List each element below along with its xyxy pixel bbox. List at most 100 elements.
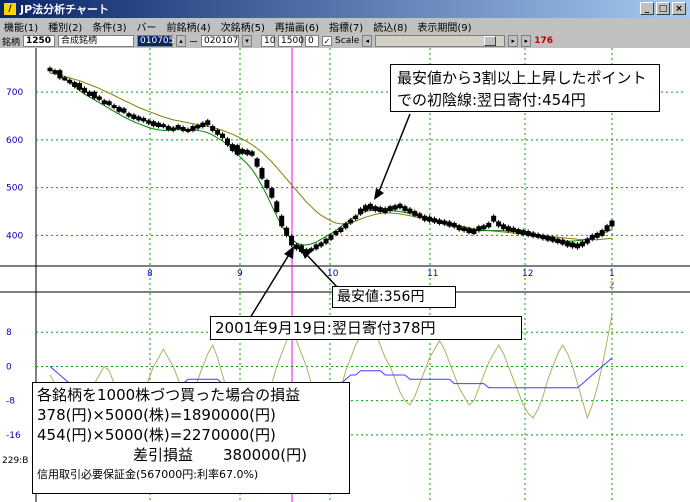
osc-tick-label: -8 — [6, 397, 15, 407]
maximize-button[interactable]: □ — [656, 2, 670, 15]
price-tick-label: 600 — [6, 136, 23, 146]
osc-tick-label: -16 — [6, 431, 21, 441]
name-field[interactable]: 合成銘柄 — [58, 35, 135, 47]
date-to-dropdown[interactable]: ▾ — [242, 35, 253, 47]
menu-item-function[interactable]: 機能(1) — [4, 19, 38, 34]
candle — [358, 208, 364, 215]
candle — [91, 91, 97, 99]
param3-input[interactable]: 0 — [305, 35, 320, 47]
menu-item-redraw[interactable]: 再描画(6) — [275, 19, 319, 34]
candle — [229, 144, 235, 151]
candle — [141, 117, 147, 122]
param1-input[interactable]: 10 — [261, 35, 275, 47]
candle — [446, 221, 452, 227]
candle — [501, 224, 507, 230]
candle — [151, 121, 157, 127]
close-button[interactable]: × — [672, 2, 686, 15]
menu-item-indicator[interactable]: 指標(7) — [329, 19, 363, 34]
slider-thumb[interactable] — [484, 36, 497, 46]
candle — [279, 215, 285, 227]
calc-line1: 378(円)×5000(株)=1890000(円) — [37, 406, 276, 424]
candle — [82, 87, 88, 93]
candle — [323, 238, 329, 244]
candle — [570, 242, 576, 248]
candle — [363, 205, 369, 212]
candle — [190, 126, 196, 131]
candle — [515, 229, 521, 234]
chart-area[interactable]: 400 500 600 700 8 9 10 11 12 1 2 8 0 -8 -16 最安値から3割以上上… — [0, 48, 690, 502]
candle — [481, 225, 487, 230]
candle — [555, 238, 561, 244]
candle — [210, 126, 216, 131]
candle — [313, 244, 319, 250]
candle — [47, 67, 53, 72]
candle — [550, 236, 556, 242]
menu-item-prev-stock[interactable]: 前銘柄(4) — [167, 19, 211, 34]
date-separator: ー — [189, 37, 199, 48]
menu-item-condition[interactable]: 条件(3) — [92, 19, 126, 34]
menu-item-next-stock[interactable]: 次銘柄(5) — [221, 19, 265, 34]
candle — [136, 116, 142, 121]
candle — [333, 231, 339, 235]
menu-bar: 機能(1) 種別(2) 条件(3) バー 前銘柄(4) 次銘柄(5) 再描画(6… — [0, 18, 690, 34]
candle — [57, 70, 63, 79]
menu-item-bar[interactable]: バー — [137, 19, 157, 34]
calc-note: 信用取引必要保証金(567000円:利率67.0%) — [37, 468, 259, 481]
candle — [343, 223, 349, 229]
window-title: JP法分析チャート — [20, 3, 110, 16]
menu-item-period[interactable]: 表示期間(9) — [417, 19, 471, 34]
date-from-spin[interactable]: ▴ — [176, 35, 187, 47]
time-tick-label: 2 — [609, 281, 615, 291]
menu-item-load[interactable]: 読込(8) — [373, 19, 407, 34]
candle — [491, 215, 497, 222]
candle — [155, 122, 161, 128]
candle — [67, 79, 73, 84]
menu-item-type[interactable]: 種別(2) — [48, 19, 82, 34]
candle — [111, 105, 117, 109]
candle — [200, 122, 206, 128]
calc-line2: 454(円)×5000(株)=2270000(円) — [37, 426, 276, 444]
candle — [486, 222, 492, 228]
candle — [530, 232, 536, 237]
candle — [86, 91, 92, 97]
candle — [244, 149, 250, 155]
scroll-slider[interactable] — [375, 35, 506, 47]
code-input[interactable]: 1250 — [23, 35, 56, 47]
minimize-button[interactable]: _ — [640, 2, 654, 15]
candle — [338, 227, 344, 233]
slider-right-arrow[interactable]: ▸ — [508, 35, 519, 47]
date-to-input[interactable]: 020107 — [201, 35, 240, 47]
candle — [535, 233, 541, 238]
candle — [560, 239, 566, 245]
candle — [417, 213, 423, 218]
candle — [205, 120, 211, 126]
param2-input[interactable]: 1500 — [278, 35, 304, 47]
date-from-input[interactable]: 010705 — [137, 35, 174, 47]
calc-title: 各銘柄を1000株づつ買った場合の損益 — [37, 386, 301, 404]
time-tick-label: 1 — [609, 269, 615, 279]
candle — [259, 168, 265, 179]
candle — [412, 211, 418, 216]
candle — [254, 158, 260, 167]
candle — [422, 215, 428, 221]
scale-label: Scale — [335, 36, 360, 46]
candle — [146, 120, 152, 124]
chart-icon: ∕ — [4, 3, 16, 15]
slider-left-arrow[interactable]: ◂ — [362, 35, 373, 47]
candle — [604, 225, 610, 232]
candle — [308, 248, 314, 252]
candle — [599, 230, 605, 236]
osc-tick-label: 0 — [6, 362, 12, 372]
candle — [456, 225, 462, 231]
candle — [284, 227, 290, 236]
title-bar: ∕ JP法分析チャート _ □ × — [0, 0, 690, 18]
candle — [249, 151, 255, 156]
footer-label: 229:B — [2, 456, 29, 466]
candle — [427, 216, 433, 222]
candle — [436, 219, 442, 224]
bar-count-icon[interactable]: ▸ — [521, 35, 532, 47]
time-tick-label: 9 — [237, 269, 243, 279]
scale-checkbox[interactable]: ✓ — [322, 36, 333, 46]
time-tick-label: 11 — [427, 269, 438, 279]
candle — [397, 203, 403, 209]
